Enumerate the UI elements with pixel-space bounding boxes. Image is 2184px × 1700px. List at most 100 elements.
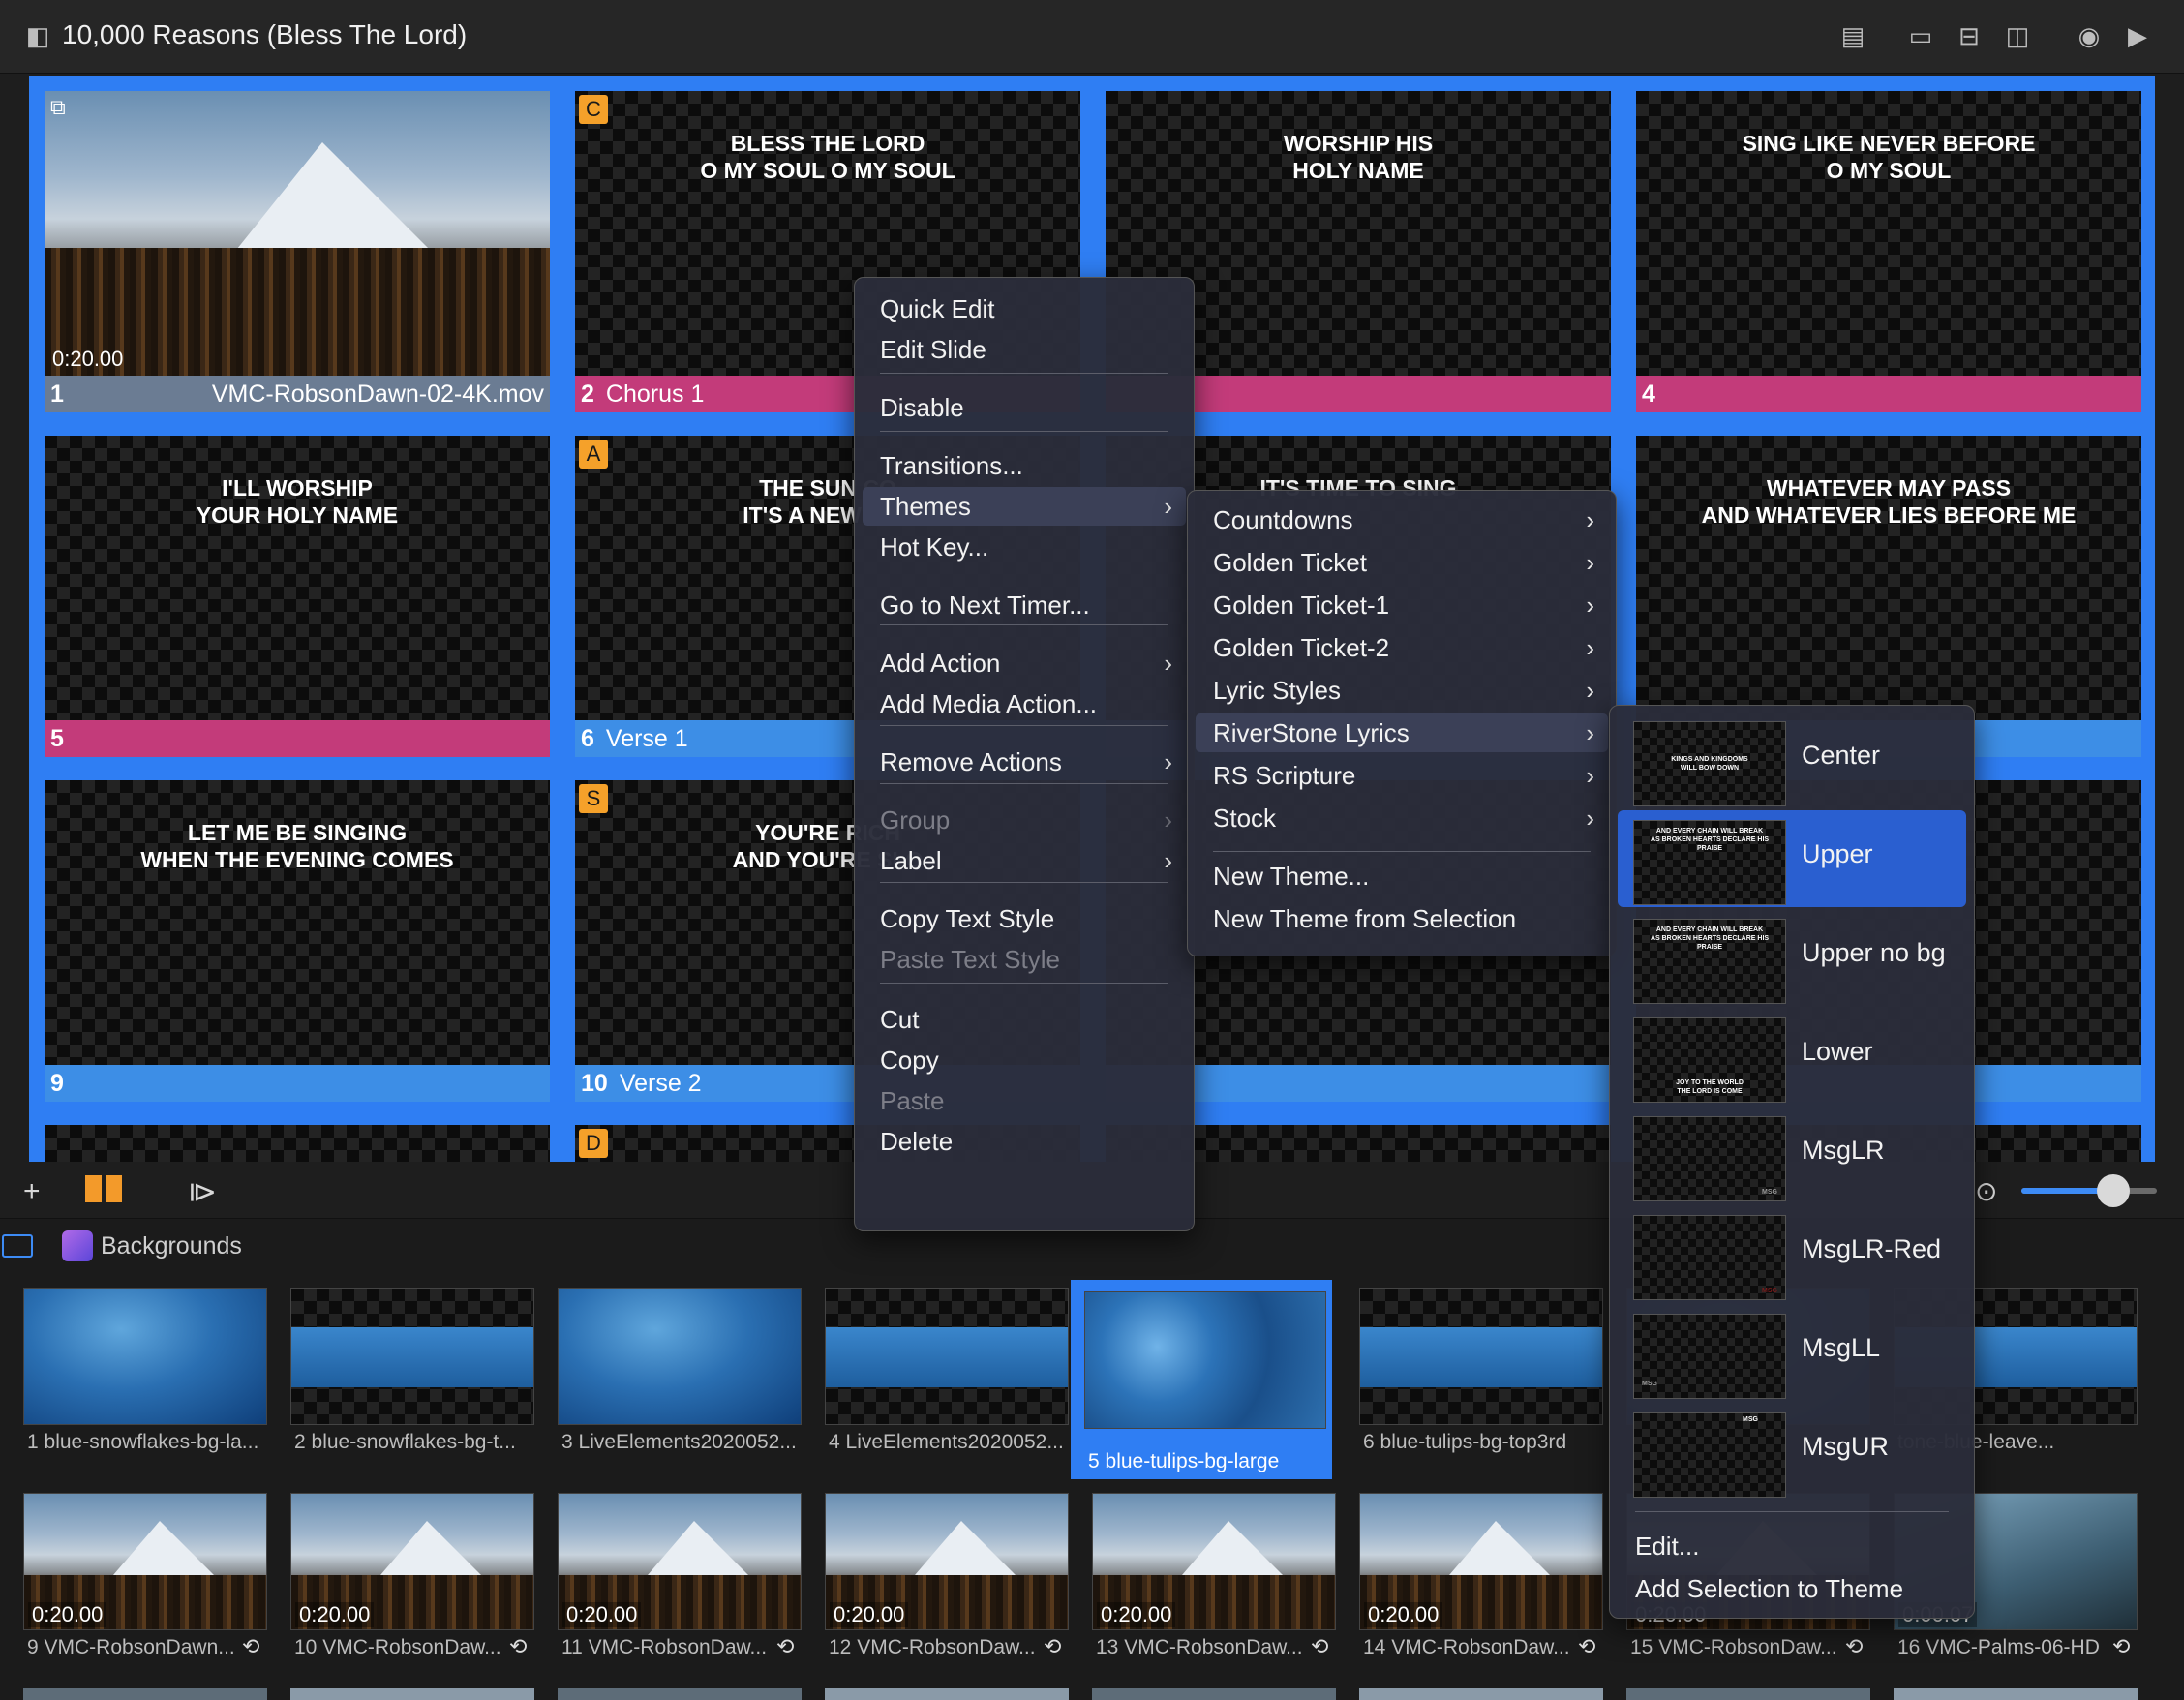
- menu-item-disable[interactable]: Disable: [863, 388, 1186, 427]
- slide-number: 6: [581, 725, 594, 752]
- theme-stock[interactable]: Stock ›: [1196, 799, 1608, 837]
- menu-item-edit-slide[interactable]: Edit Slide: [863, 330, 1186, 369]
- slide-thumbnail: [45, 1125, 550, 1162]
- grid-view-icon[interactable]: [85, 1175, 122, 1202]
- background-item-partial[interactable]: [23, 1688, 267, 1700]
- theme-countdowns[interactable]: Countdowns ›: [1196, 501, 1608, 539]
- theme-slide-msgur[interactable]: MSG MsgUR: [1618, 1403, 1966, 1500]
- background-caption: 13 VMC-RobsonDaw...: [1096, 1636, 1303, 1658]
- background-item-partial[interactable]: [1092, 1688, 1336, 1700]
- theme-preview-text: JOY TO THE WORLD THE LORD IS COME: [1676, 1079, 1744, 1095]
- menu-item-transitions[interactable]: Transitions...: [863, 446, 1186, 485]
- background-item[interactable]: 0:20.00 9 VMC-RobsonDawn... ⟲: [0, 1481, 267, 1663]
- record-icon[interactable]: ◉: [2072, 21, 2107, 50]
- background-thumbnail: [825, 1288, 1069, 1425]
- loop-icon: ⟲: [1845, 1634, 1864, 1658]
- background-item[interactable]: 0:20.00 11 VMC-RobsonDaw... ⟲: [534, 1481, 802, 1663]
- menu-item-group: Group ›: [863, 801, 1186, 839]
- theme-preview-text: AND EVERY CHAIN WILL BREAK AS BROKEN HEA…: [1650, 828, 1770, 852]
- background-thumbnail: 0:20.00: [23, 1493, 267, 1630]
- video-input-icon[interactable]: ▤: [1835, 21, 1870, 50]
- loop-icon: ⟲: [1578, 1634, 1596, 1658]
- theme-golden-ticket-1[interactable]: Golden Ticket-1 ›: [1196, 586, 1608, 624]
- menu-item-remove-actions[interactable]: Remove Actions ›: [863, 743, 1186, 781]
- theme-slide-msglr[interactable]: MSG MsgLR: [1618, 1107, 1966, 1203]
- menu-item-delete[interactable]: Delete: [863, 1122, 1186, 1161]
- background-item[interactable]: 0:20.00 13 VMC-RobsonDaw... ⟲: [1069, 1481, 1336, 1663]
- media-duration: 0:20.00: [1364, 1602, 1443, 1627]
- background-item[interactable]: 0:20.00 12 VMC-RobsonDaw... ⟲: [802, 1481, 1069, 1663]
- theme-rs-scripture[interactable]: RS Scripture ›: [1196, 756, 1608, 795]
- background-item[interactable]: 3 LiveElements2020052...: [534, 1276, 802, 1458]
- menu-item-copy[interactable]: Copy: [863, 1041, 1186, 1079]
- background-item[interactable]: 5 blue-tulips-bg-large: [1071, 1280, 1332, 1479]
- slide-lyrics: WORSHIP HIS HOLY NAME: [1283, 131, 1434, 183]
- background-item[interactable]: 1 blue-snowflakes-bg-la...: [0, 1276, 267, 1458]
- menu-item-themes[interactable]: Themes ›: [863, 487, 1186, 526]
- theme-new-theme-from-selection[interactable]: New Theme from Selection: [1196, 899, 1608, 938]
- slide-5[interactable]: I'LL WORSHIP YOUR HOLY NAME 5: [41, 432, 554, 761]
- background-item[interactable]: 0:20.00 14 VMC-RobsonDaw... ⟲: [1336, 1481, 1603, 1663]
- menu-item-quick-edit[interactable]: Quick Edit: [863, 289, 1186, 328]
- zoom-slider[interactable]: [2021, 1174, 2157, 1207]
- background-item-partial[interactable]: [1894, 1688, 2138, 1700]
- slide-9[interactable]: LET ME BE SINGING WHEN THE EVENING COMES…: [41, 776, 554, 1106]
- theme-slide-center[interactable]: KINGS AND KINGDOMS WILL BOW DOWN Center: [1618, 712, 1966, 808]
- menu-item-copy-text-style[interactable]: Copy Text Style: [863, 899, 1186, 938]
- background-item[interactable]: 2 blue-snowflakes-bg-t...: [267, 1276, 534, 1458]
- theme-lyric-styles[interactable]: Lyric Styles ›: [1196, 671, 1608, 710]
- sidebar-icon[interactable]: [2, 1234, 33, 1258]
- stage-icon[interactable]: ⊟: [1952, 21, 1987, 50]
- background-item-partial[interactable]: [290, 1688, 534, 1700]
- display-icon[interactable]: ▭: [1903, 21, 1938, 50]
- background-item[interactable]: 6 blue-tulips-bg-top3rd: [1336, 1276, 1603, 1458]
- edit-theme-item[interactable]: Edit...: [1618, 1527, 1966, 1565]
- checker-view-icon[interactable]: [141, 1175, 172, 1202]
- theme-new-theme-[interactable]: New Theme...: [1196, 857, 1608, 896]
- add-icon[interactable]: +: [23, 1175, 41, 1208]
- background-item-partial[interactable]: [558, 1688, 802, 1700]
- presentation-icon[interactable]: ◧: [21, 21, 54, 50]
- add-selection-to-theme-item[interactable]: Add Selection to Theme: [1618, 1569, 1966, 1608]
- props-icon[interactable]: ◫: [2000, 21, 2035, 50]
- menu-item-label[interactable]: Label ›: [863, 841, 1186, 880]
- theme-golden-ticket-2[interactable]: Golden Ticket-2 ›: [1196, 628, 1608, 667]
- slide-thumbnail: SING LIKE NEVER BEFORE O MY SOUL: [1636, 91, 2141, 376]
- slide-4[interactable]: SING LIKE NEVER BEFORE O MY SOUL 4: [1632, 87, 2145, 416]
- slide-number: 9: [50, 1070, 64, 1097]
- background-caption: 15 VMC-RobsonDaw...: [1630, 1636, 1837, 1658]
- menu-item-go-to-next-timer[interactable]: Go to Next Timer...: [863, 586, 1186, 624]
- theme-slide-msglr-red[interactable]: MSG MsgLR-Red: [1618, 1205, 1966, 1302]
- menu-separator: [880, 431, 1168, 432]
- background-caption: 3 LiveElements2020052...: [561, 1431, 797, 1453]
- theme-slide-upper[interactable]: AND EVERY CHAIN WILL BREAK AS BROKEN HEA…: [1618, 810, 1966, 907]
- background-item-partial[interactable]: [1359, 1688, 1603, 1700]
- background-item-partial[interactable]: [825, 1688, 1069, 1700]
- background-item-partial[interactable]: [1626, 1688, 1870, 1700]
- menu-item-add-action[interactable]: Add Action ›: [863, 644, 1186, 683]
- next-icon[interactable]: ⧐: [188, 1175, 217, 1209]
- theme-slide-upper-no-bg[interactable]: AND EVERY CHAIN WILL BREAK AS BROKEN HEA…: [1618, 909, 1966, 1006]
- more-icon[interactable]: ⊙: [1975, 1175, 1997, 1207]
- background-caption: 16 VMC-Palms-06-HD: [1897, 1636, 2100, 1658]
- theme-slide-msgll[interactable]: MSG MsgLL: [1618, 1304, 1966, 1401]
- slide-number: 2: [581, 380, 594, 408]
- loop-icon: ⟲: [2112, 1634, 2131, 1658]
- menu-item-hot-key[interactable]: Hot Key...: [863, 528, 1186, 566]
- theme-riverstone-lyrics[interactable]: RiverStone Lyrics ›: [1196, 713, 1608, 752]
- menu-separator: [880, 882, 1168, 883]
- slide-partial[interactable]: [41, 1121, 554, 1162]
- play-icon[interactable]: ▶: [2120, 21, 2155, 50]
- theme-golden-ticket[interactable]: Golden Ticket ›: [1196, 543, 1608, 582]
- background-item[interactable]: 0:20.00 10 VMC-RobsonDaw... ⟲: [267, 1481, 534, 1663]
- slider-knob[interactable]: [2097, 1174, 2130, 1207]
- context-menu: Quick Edit Edit Slide Disable Transitions..…: [854, 277, 1195, 1231]
- slide-label-bar: 4: [1636, 376, 2141, 412]
- slide-1[interactable]: 0:20.00 ⧉ 1 VMC-RobsonDawn-02-4K.mov: [41, 87, 554, 416]
- background-thumbnail: 0:20.00: [1092, 1493, 1336, 1630]
- background-item[interactable]: 4 LiveElements2020052...: [802, 1276, 1069, 1458]
- media-icon: ⧉: [50, 95, 66, 119]
- menu-item-cut[interactable]: Cut: [863, 1000, 1186, 1039]
- menu-item-add-media-action[interactable]: Add Media Action...: [863, 684, 1186, 723]
- theme-slide-lower[interactable]: JOY TO THE WORLD THE LORD IS COME Lower: [1618, 1008, 1966, 1105]
